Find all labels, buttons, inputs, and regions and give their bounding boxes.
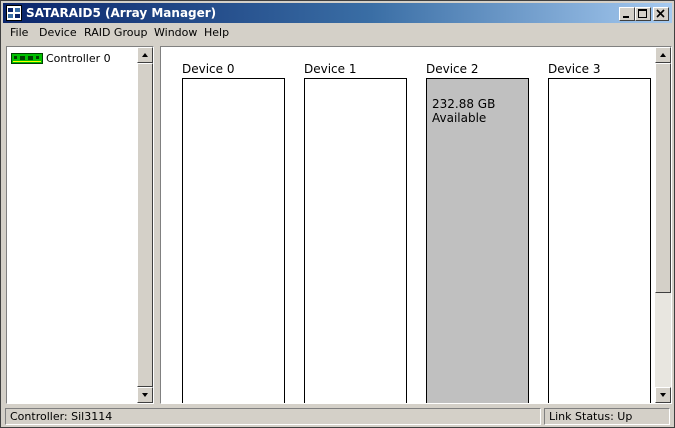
device-slot[interactable] bbox=[548, 78, 651, 403]
device-state: Available bbox=[432, 111, 487, 125]
controller-tree-pane: Controller 0 bbox=[6, 46, 154, 404]
scroll-up-button[interactable] bbox=[655, 47, 671, 63]
scroll-down-button[interactable] bbox=[137, 387, 153, 403]
sataraid-app-icon bbox=[6, 5, 22, 21]
scroll-down-button[interactable] bbox=[655, 387, 671, 403]
minimize-button[interactable] bbox=[619, 7, 635, 21]
device-slot-available[interactable]: 232.88 GB Available bbox=[426, 78, 529, 403]
left-vertical-scrollbar[interactable] bbox=[137, 47, 153, 403]
menu-help[interactable]: Help bbox=[204, 26, 229, 39]
device-capacity: 232.88 GB bbox=[432, 97, 496, 111]
status-controller: Controller: Sil3114 bbox=[10, 410, 113, 423]
arrow-down-icon bbox=[142, 393, 148, 397]
menu-file[interactable]: File bbox=[10, 26, 28, 39]
status-link: Link Status: Up bbox=[549, 410, 633, 423]
menu-device[interactable]: Device bbox=[39, 26, 77, 39]
maximize-button[interactable] bbox=[635, 7, 651, 21]
app-window: SATARAID5 (Array Manager) File Device RA… bbox=[0, 0, 675, 428]
arrow-down-icon bbox=[660, 393, 666, 397]
minimize-icon bbox=[623, 16, 629, 18]
controller-card-icon bbox=[11, 53, 43, 64]
right-vertical-scrollbar[interactable] bbox=[655, 47, 671, 403]
tree-item-label: Controller 0 bbox=[46, 52, 111, 65]
device-slot[interactable] bbox=[304, 78, 407, 403]
title-bar[interactable]: SATARAID5 (Array Manager) bbox=[3, 3, 672, 23]
scroll-thumb[interactable] bbox=[137, 63, 153, 387]
device-slot[interactable] bbox=[182, 78, 285, 403]
scroll-up-button[interactable] bbox=[137, 47, 153, 63]
menu-bar: File Device RAID Group Window Help bbox=[3, 24, 672, 42]
device-label: Device 2 bbox=[426, 62, 479, 76]
status-panel-link: Link Status: Up bbox=[544, 408, 670, 425]
device-view-pane: Device 0 Device 1 Device 2 232.88 GB Ava… bbox=[160, 46, 672, 404]
scroll-thumb[interactable] bbox=[655, 63, 671, 293]
status-panel-controller: Controller: Sil3114 bbox=[5, 408, 541, 425]
pane-splitter[interactable] bbox=[155, 46, 159, 404]
maximize-icon bbox=[638, 9, 647, 18]
device-capacity-text: 232.88 GB Available bbox=[432, 97, 495, 125]
device-label: Device 0 bbox=[182, 62, 235, 76]
device-label: Device 1 bbox=[304, 62, 357, 76]
menu-window[interactable]: Window bbox=[154, 26, 197, 39]
status-bar: Controller: Sil3114 Link Status: Up bbox=[3, 406, 672, 426]
menu-raid-group[interactable]: RAID Group bbox=[84, 26, 147, 39]
close-button[interactable] bbox=[653, 7, 669, 21]
arrow-up-icon bbox=[142, 53, 148, 57]
window-title: SATARAID5 (Array Manager) bbox=[26, 6, 217, 20]
close-icon bbox=[656, 9, 665, 18]
arrow-up-icon bbox=[660, 53, 666, 57]
device-label: Device 3 bbox=[548, 62, 601, 76]
